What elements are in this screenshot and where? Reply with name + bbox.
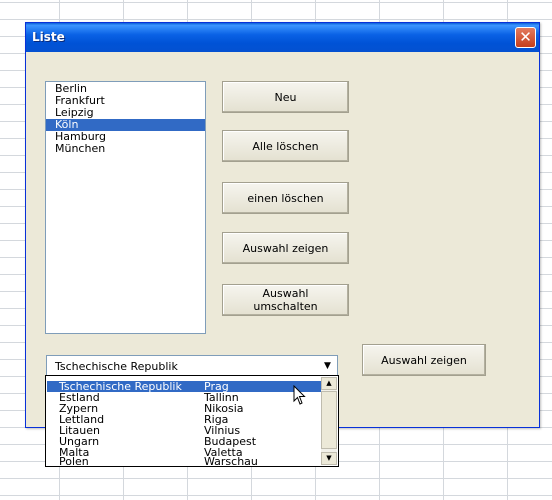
scroll-down-arrow-icon[interactable]: ▼	[321, 452, 337, 465]
close-button[interactable]: ✕	[515, 27, 536, 48]
toggle-selection-button[interactable]: Auswahl umschalten	[222, 284, 349, 316]
delete-all-button[interactable]: Alle löschen	[222, 130, 349, 162]
window-title: Liste	[32, 30, 65, 44]
dropdown-row[interactable]: Polen Warschau	[47, 456, 322, 466]
list-item[interactable]: München	[46, 143, 205, 155]
city-listbox[interactable]: Berlin Frankfurt Leipzig Köln Hamburg Mü…	[45, 81, 206, 334]
show-selection-button[interactable]: Auswahl zeigen	[222, 232, 349, 264]
mouse-cursor-icon	[293, 385, 306, 405]
scroll-up-arrow-icon[interactable]: ▲	[321, 377, 337, 390]
dropdown-capital: Warschau	[204, 456, 258, 466]
dropdown-country: Polen	[59, 456, 89, 466]
close-icon: ✕	[519, 28, 532, 46]
country-combobox[interactable]: Tschechische Republik ▼	[46, 355, 338, 376]
title-bar[interactable]: Liste ✕	[26, 23, 539, 52]
new-button[interactable]: Neu	[222, 81, 349, 113]
dropdown-scrollbar[interactable]: ▲ ▼	[321, 377, 337, 465]
scrollbar-thumb[interactable]	[321, 391, 337, 449]
liste-dialog: Liste ✕ Berlin Frankfurt Leipzig Köln Ha…	[25, 22, 540, 428]
chevron-down-icon[interactable]: ▼	[319, 357, 336, 374]
delete-one-button[interactable]: einen löschen	[222, 182, 349, 214]
show-selection-button-2[interactable]: Auswahl zeigen	[362, 344, 486, 376]
combobox-value: Tschechische Republik	[55, 360, 178, 373]
